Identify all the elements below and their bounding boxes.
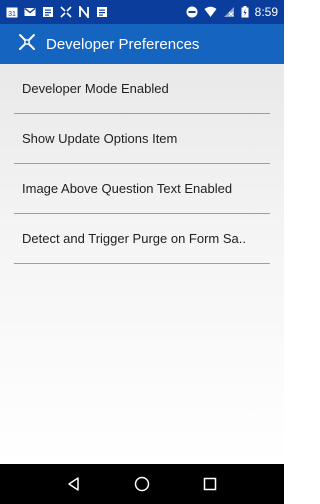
gmail-icon <box>24 6 36 18</box>
recents-square-icon[interactable] <box>196 470 224 498</box>
pref-detect-trigger-purge[interactable]: Detect and Trigger Purge on Form Sa.. <box>14 214 270 264</box>
do-not-disturb-icon <box>186 6 198 18</box>
page-title: Developer Preferences <box>46 35 200 53</box>
n-icon <box>78 6 90 18</box>
pref-developer-mode[interactable]: Developer Mode Enabled <box>14 64 270 114</box>
pref-label: Developer Mode Enabled <box>22 81 169 96</box>
document-icon <box>42 6 54 18</box>
notification-icons: 31 <box>6 6 108 18</box>
pref-label: Image Above Question Text Enabled <box>22 181 233 196</box>
calendar-icon: 31 <box>6 6 18 18</box>
wifi-icon <box>204 6 217 18</box>
svg-text:31: 31 <box>8 11 16 18</box>
pref-show-update-options[interactable]: Show Update Options Item <box>14 114 270 164</box>
no-sim-icon <box>223 6 235 18</box>
home-circle-icon[interactable] <box>128 470 156 498</box>
navigation-bar <box>0 464 284 504</box>
preferences-list: Developer Mode Enabled Show Update Optio… <box>0 64 284 464</box>
app-bar: Developer Preferences <box>0 24 284 64</box>
app-logo-icon <box>18 33 36 56</box>
document-icon <box>96 6 108 18</box>
status-time: 8:59 <box>254 5 278 19</box>
battery-icon <box>241 6 249 18</box>
pref-label: Show Update Options Item <box>22 131 178 146</box>
system-icons: 8:59 <box>186 5 278 19</box>
back-triangle-icon[interactable] <box>60 470 88 498</box>
pref-image-above-question[interactable]: Image Above Question Text Enabled <box>14 164 270 214</box>
pref-label: Detect and Trigger Purge on Form Sa.. <box>22 231 246 246</box>
app-icon <box>60 6 72 18</box>
status-bar: 31 8:59 <box>0 0 284 24</box>
